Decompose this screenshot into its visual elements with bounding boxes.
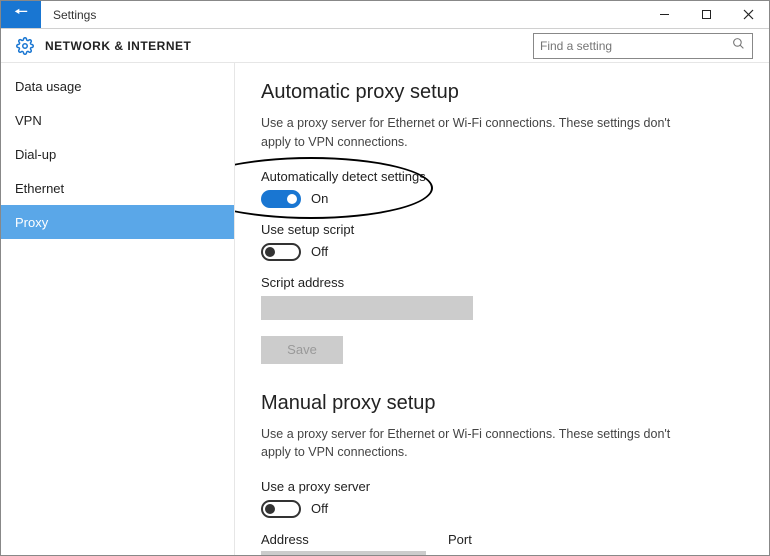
- sidebar-item-vpn[interactable]: VPN: [1, 103, 234, 137]
- manual-proxy-desc: Use a proxy server for Ethernet or Wi-Fi…: [261, 425, 681, 461]
- settings-window: 🠔 Settings NETWORK & INTERNET Data usage: [0, 0, 770, 556]
- main-content: Automatic proxy setup Use a proxy server…: [235, 63, 769, 555]
- minimize-button[interactable]: [643, 1, 685, 28]
- minimize-icon: [659, 9, 670, 20]
- manual-proxy-title: Manual proxy setup: [261, 392, 743, 415]
- close-button[interactable]: [727, 1, 769, 28]
- automatic-proxy-desc: Use a proxy server for Ethernet or Wi-Fi…: [261, 114, 681, 150]
- port-label: Port: [448, 532, 523, 547]
- annotation-oval: [235, 157, 433, 219]
- sidebar-item-ethernet[interactable]: Ethernet: [1, 171, 234, 205]
- toggle-knob: [265, 504, 275, 514]
- use-proxy-label: Use a proxy server: [261, 479, 743, 494]
- sidebar: Data usage VPN Dial-up Ethernet Proxy: [1, 63, 235, 555]
- close-icon: [743, 9, 754, 20]
- address-input[interactable]: [261, 551, 426, 555]
- script-address-label: Script address: [261, 275, 743, 290]
- search-input[interactable]: [540, 39, 732, 53]
- use-proxy-toggle[interactable]: [261, 500, 301, 518]
- window-title: Settings: [41, 1, 108, 28]
- script-address-input[interactable]: [261, 296, 473, 320]
- setup-script-row: Off: [261, 243, 743, 261]
- setup-script-label: Use setup script: [261, 222, 743, 237]
- toggle-knob: [287, 194, 297, 204]
- detect-settings-state: On: [311, 191, 328, 206]
- maximize-icon: [701, 9, 712, 20]
- automatic-proxy-title: Automatic proxy setup: [261, 81, 743, 104]
- use-proxy-state: Off: [311, 501, 328, 516]
- detect-settings-toggle[interactable]: [261, 190, 301, 208]
- body: Data usage VPN Dial-up Ethernet Proxy Au…: [1, 63, 769, 555]
- address-label: Address: [261, 532, 426, 547]
- search-box[interactable]: [533, 33, 753, 59]
- titlebar: 🠔 Settings: [1, 1, 769, 29]
- detect-settings-label: Automatically detect settings: [261, 169, 743, 184]
- use-proxy-row: Off: [261, 500, 743, 518]
- back-button[interactable]: 🠔: [1, 1, 41, 28]
- setup-script-toggle[interactable]: [261, 243, 301, 261]
- sidebar-item-dial-up[interactable]: Dial-up: [1, 137, 234, 171]
- save-button[interactable]: Save: [261, 336, 343, 364]
- arrow-left-icon: 🠔: [14, 1, 28, 28]
- sidebar-item-proxy[interactable]: Proxy: [1, 205, 234, 239]
- setup-script-state: Off: [311, 244, 328, 259]
- port-col: Port: [448, 532, 523, 555]
- address-col: Address: [261, 532, 426, 555]
- gear-icon: [15, 36, 35, 56]
- search-icon: [732, 37, 746, 55]
- maximize-button[interactable]: [685, 1, 727, 28]
- page-header: NETWORK & INTERNET: [1, 29, 769, 63]
- toggle-knob: [265, 247, 275, 257]
- page-title: NETWORK & INTERNET: [45, 39, 191, 53]
- manual-proxy-section: Manual proxy setup Use a proxy server fo…: [261, 392, 743, 555]
- sidebar-item-data-usage[interactable]: Data usage: [1, 69, 234, 103]
- detect-settings-row: On: [261, 190, 743, 208]
- address-port-row: Address Port: [261, 532, 743, 555]
